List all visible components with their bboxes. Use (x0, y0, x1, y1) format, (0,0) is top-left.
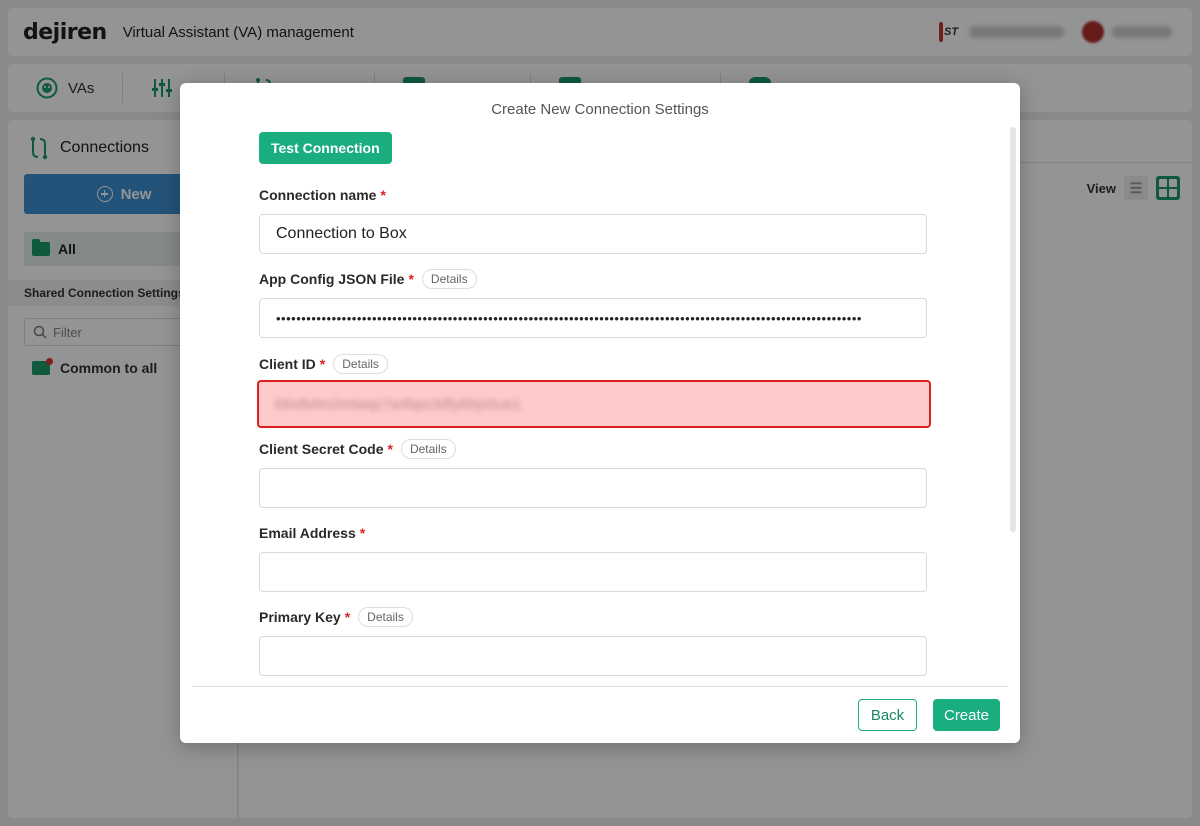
details-button[interactable]: Details (358, 607, 413, 627)
required-marker: * (408, 271, 414, 287)
field-label: Email Address * (259, 525, 366, 541)
field-label: Connection name * (259, 187, 386, 203)
field-label: App Config JSON File * Details (259, 268, 927, 290)
client-id-value-redacted: k9x8vlm2nrtwqz7a4bpc3dfy6hjs5ue1 (275, 395, 521, 413)
connection-name-input[interactable]: Connection to Box (259, 214, 927, 254)
client-id-input[interactable]: k9x8vlm2nrtwqz7a4bpc3dfy6hjs5ue1 (257, 380, 931, 428)
primary-key-field: Primary Key * Details (259, 606, 927, 676)
field-label: Client ID * Details (259, 353, 927, 375)
test-connection-button[interactable]: Test Connection (259, 132, 392, 164)
connection-name-field: Connection name * Connection to Box (259, 184, 927, 254)
details-button[interactable]: Details (421, 269, 477, 289)
dialog-footer-divider (192, 686, 1008, 687)
email-field: Email Address * (259, 522, 927, 592)
required-marker: * (387, 441, 393, 457)
client-id-field: Client ID * Details k9x8vlm2nrtwqz7a4bpc3… (257, 353, 931, 428)
details-button[interactable]: Details (333, 354, 388, 374)
required-marker: * (319, 356, 326, 372)
back-button[interactable]: Back (858, 699, 917, 731)
primary-key-input[interactable] (259, 636, 927, 676)
required-marker: * (344, 609, 351, 625)
field-label: Client Secret Code * Details (259, 438, 927, 460)
create-button[interactable]: Create (933, 699, 1000, 731)
email-input[interactable] (259, 552, 927, 592)
client-secret-input[interactable] (259, 468, 927, 508)
required-marker: * (359, 525, 366, 541)
app-config-input[interactable]: ••••••••••••••••••••••••••••••••••••••••… (259, 298, 927, 338)
dialog-title: Create New Connection Settings (491, 101, 709, 118)
field-label: Primary Key * Details (259, 606, 927, 628)
client-secret-field: Client Secret Code * Details (259, 438, 927, 508)
app-config-field: App Config JSON File * Details ••••••••••… (259, 268, 927, 338)
dialog-scrollbar[interactable] (1010, 127, 1016, 532)
create-connection-dialog: Create New Connection Settings Test Conn… (180, 83, 1020, 743)
required-marker: * (380, 187, 386, 203)
details-button[interactable]: Details (400, 439, 456, 459)
